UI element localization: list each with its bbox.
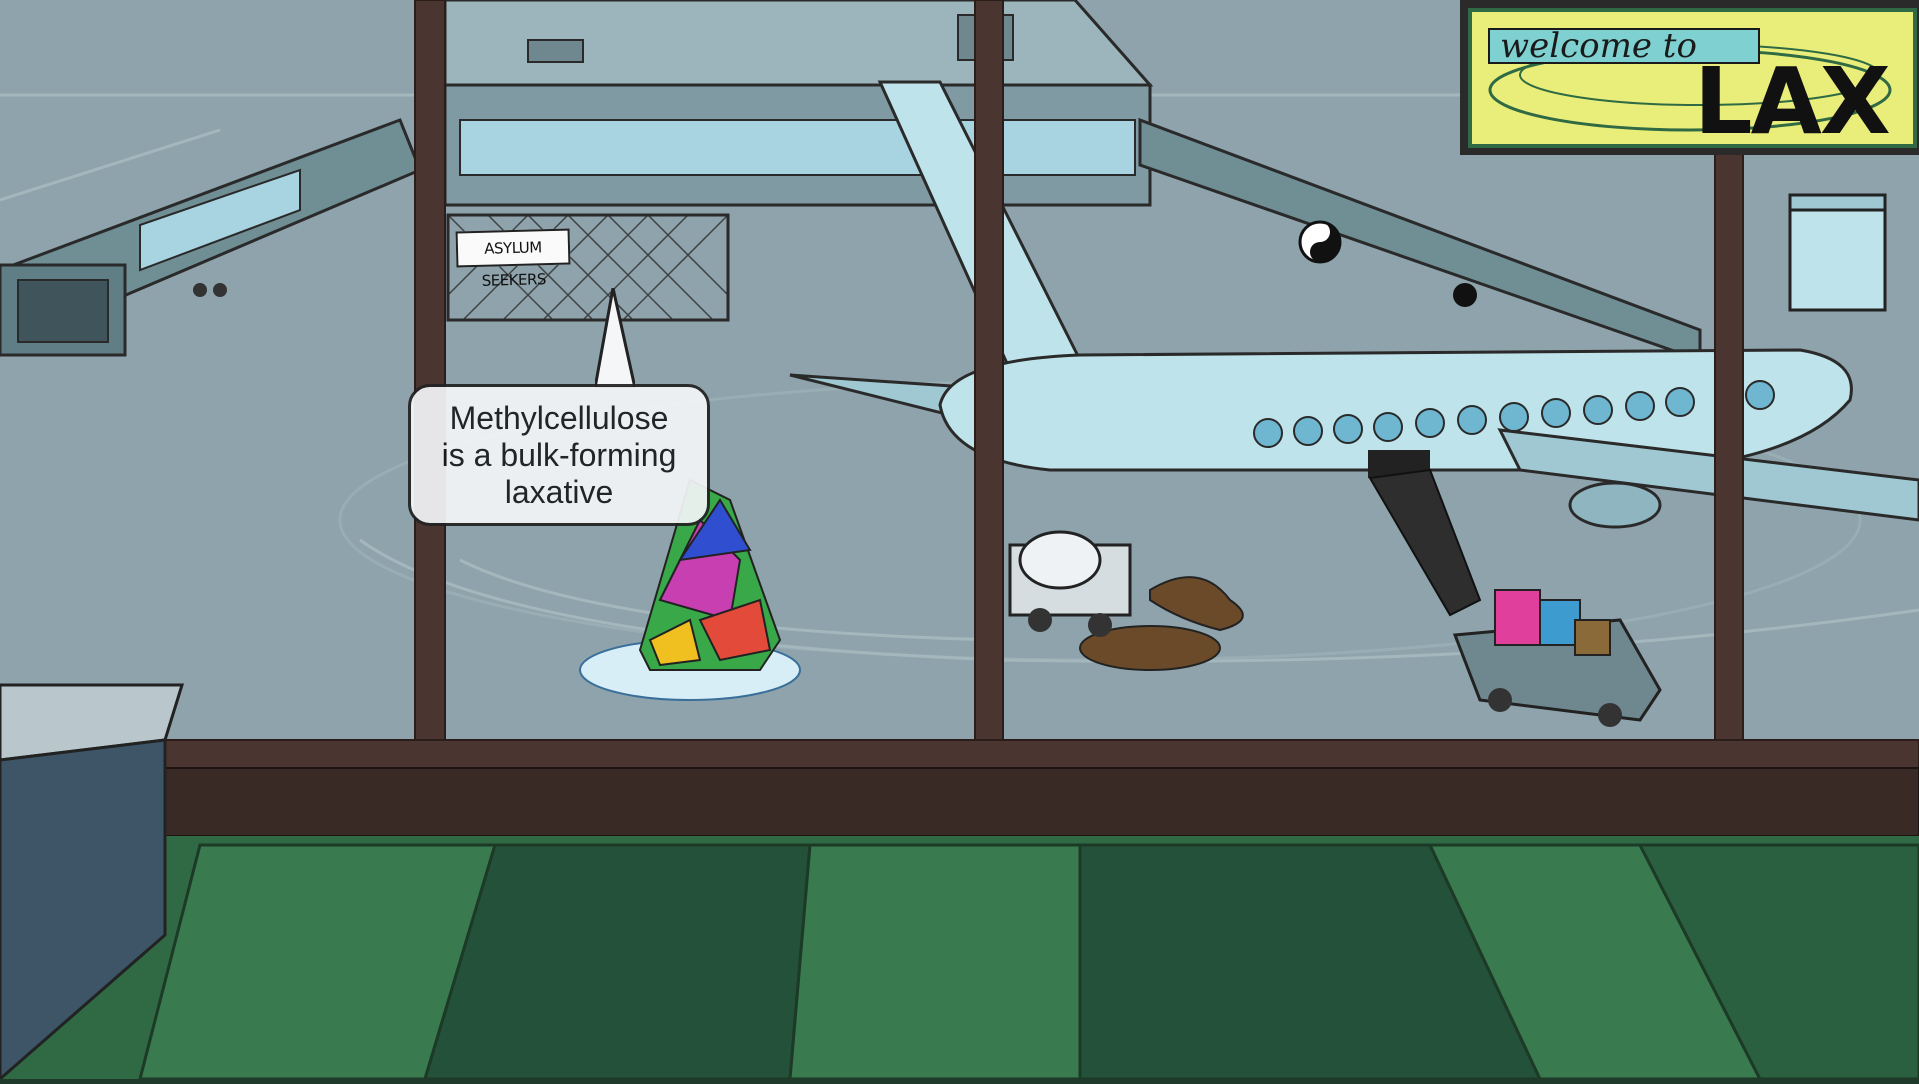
window-sill: [0, 767, 1919, 837]
porta-potty: [1788, 193, 1887, 312]
scene-illustration: [0, 0, 1919, 1081]
floor: [0, 836, 1919, 1081]
caption-callout: Methylcellulose is a bulk-forming laxati…: [408, 384, 710, 526]
fence-sign-text: ASYLUM SEEKERS: [455, 228, 571, 290]
scene: welcome to LAX ASYLUM SEEKERS Methylcell…: [0, 0, 1919, 1081]
sign-lax-text: LAX: [1694, 48, 1891, 155]
terminal-building: [443, 0, 1154, 207]
caption-line-1: Methylcellulose: [449, 399, 669, 436]
caption-line-3: laxative: [504, 473, 614, 510]
caption-line-2: is a bulk-forming: [441, 436, 677, 473]
callout-tail: [595, 288, 635, 388]
